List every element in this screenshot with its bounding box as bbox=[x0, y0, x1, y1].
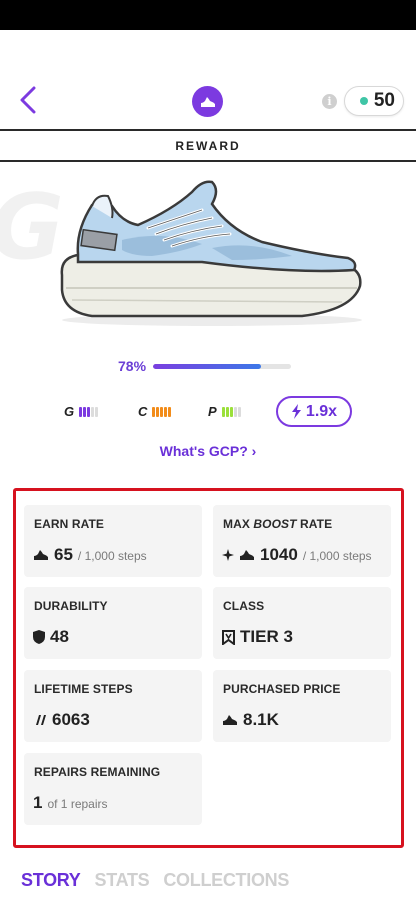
tab-collections[interactable]: COLLECTIONS bbox=[163, 870, 289, 891]
earn-rate-label: EARN RATE bbox=[34, 517, 105, 531]
gcp-bar-segment bbox=[229, 406, 233, 417]
lifetime-steps-value: 6063 bbox=[52, 710, 90, 729]
lifetime-steps-label: LIFETIME STEPS bbox=[34, 682, 133, 696]
shoe-icon bbox=[223, 715, 237, 725]
earn-rate-value: 65 bbox=[54, 545, 73, 564]
stats-highlight-frame: EARN RATE 65 / 1,000 steps MAX BOOST RAT… bbox=[13, 488, 404, 848]
shoe-icon bbox=[240, 550, 254, 560]
tier-badge-icon bbox=[222, 629, 235, 645]
status-bar bbox=[0, 0, 416, 30]
gcp-bars-c bbox=[152, 406, 172, 417]
whats-gcp-link[interactable]: What's GCP? › bbox=[0, 443, 416, 459]
coin-count: 50 bbox=[373, 90, 395, 111]
gcp-bar-segment bbox=[168, 406, 172, 417]
lifetime-steps-card: LIFETIME STEPS 6063 bbox=[24, 670, 202, 742]
progress-track bbox=[153, 363, 292, 369]
repairs-remaining-value: 1 bbox=[33, 793, 43, 812]
class-label: CLASS bbox=[223, 599, 265, 613]
reward-banner: REWARD bbox=[0, 129, 416, 162]
gcp-item-p: P bbox=[208, 404, 241, 419]
gcp-item-c: C bbox=[138, 404, 172, 419]
gcp-bar-segment bbox=[233, 406, 237, 417]
gcp-attributes: G C P 1.9x bbox=[64, 396, 364, 430]
sneaker-image bbox=[60, 180, 362, 326]
purchased-price-value: 8.1K bbox=[243, 710, 279, 729]
repairs-remaining-value-row: 1 of 1 repairs bbox=[33, 793, 108, 813]
brand-logo bbox=[192, 86, 223, 117]
durability-label: DURABILITY bbox=[34, 599, 108, 613]
tab-stats[interactable]: STATS bbox=[95, 870, 150, 891]
gcp-bar-segment bbox=[160, 406, 164, 417]
repairs-remaining-unit: of 1 repairs bbox=[47, 797, 108, 811]
chevron-left-icon bbox=[20, 86, 36, 114]
max-boost-rate-value: 1040 bbox=[260, 545, 298, 564]
boost-multiplier-button[interactable]: 1.9x bbox=[276, 396, 352, 427]
gcp-letter-g: G bbox=[64, 404, 75, 419]
reward-label: REWARD bbox=[175, 138, 241, 153]
coin-icon bbox=[359, 97, 368, 105]
gcp-letter-p: P bbox=[208, 404, 217, 419]
gcp-bar-segment bbox=[225, 406, 229, 417]
back-button[interactable] bbox=[12, 82, 44, 118]
repairs-remaining-label: REPAIRS REMAINING bbox=[34, 765, 161, 779]
gcp-item-g: G bbox=[64, 404, 99, 419]
top-bar: i 50 bbox=[0, 72, 416, 130]
info-icon[interactable]: i bbox=[322, 94, 337, 109]
sparkle-icon bbox=[222, 549, 234, 561]
gcp-bar-segment bbox=[221, 406, 225, 417]
gcp-bar-segment bbox=[79, 406, 83, 417]
durability-value: 48 bbox=[50, 627, 69, 646]
boost-value: 1.9x bbox=[305, 402, 338, 420]
footsteps-icon bbox=[36, 715, 46, 725]
durability-card: DURABILITY 48 bbox=[24, 587, 202, 659]
progress-indicator: 78% bbox=[118, 356, 298, 376]
earn-rate-unit: / 1,000 steps bbox=[77, 549, 147, 563]
earn-rate-value-row: 65 / 1,000 steps bbox=[33, 545, 147, 565]
progress-percent: 78% bbox=[118, 358, 147, 374]
purchased-price-card: PURCHASED PRICE 8.1K bbox=[213, 670, 391, 742]
max-boost-rate-value-row: 1040 / 1,000 steps bbox=[222, 545, 372, 565]
lightning-icon bbox=[291, 404, 301, 419]
gcp-bar-segment bbox=[164, 406, 168, 417]
gcp-bars-g bbox=[79, 406, 99, 417]
durability-value-row: 48 bbox=[33, 627, 69, 647]
progress-fill bbox=[153, 363, 261, 369]
gcp-bar-segment bbox=[237, 406, 241, 417]
gcp-bar-segment bbox=[152, 406, 156, 417]
purchased-price-value-row: 8.1K bbox=[222, 710, 279, 730]
class-card: CLASS TIER 3 bbox=[213, 587, 391, 659]
detail-tabs: STORY STATS COLLECTIONS bbox=[21, 870, 289, 891]
gcp-letter-c: C bbox=[138, 404, 148, 419]
gcp-bar-segment bbox=[87, 406, 91, 417]
max-boost-rate-card: MAX BOOST RATE 1040 / 1,000 steps bbox=[213, 505, 391, 577]
coin-balance[interactable]: 50 bbox=[344, 86, 404, 116]
max-boost-rate-unit: / 1,000 steps bbox=[302, 549, 372, 563]
gcp-bars-p bbox=[221, 406, 241, 417]
repairs-remaining-card: REPAIRS REMAINING 1 of 1 repairs bbox=[24, 753, 202, 825]
class-value: TIER 3 bbox=[240, 627, 293, 646]
shoe-icon bbox=[34, 550, 48, 560]
purchased-price-label: PURCHASED PRICE bbox=[223, 682, 341, 696]
max-boost-rate-label: MAX BOOST RATE bbox=[223, 517, 333, 531]
gcp-bar-segment bbox=[83, 406, 87, 417]
class-value-row: TIER 3 bbox=[222, 627, 293, 647]
shoe-icon bbox=[200, 96, 215, 107]
gcp-bar-segment bbox=[95, 406, 99, 417]
earn-rate-card: EARN RATE 65 / 1,000 steps bbox=[24, 505, 202, 577]
lifetime-steps-value-row: 6063 bbox=[33, 710, 90, 730]
gcp-bar-segment bbox=[156, 406, 160, 417]
tab-story[interactable]: STORY bbox=[21, 870, 81, 891]
gcp-bar-segment bbox=[91, 406, 95, 417]
shield-icon bbox=[33, 630, 45, 644]
